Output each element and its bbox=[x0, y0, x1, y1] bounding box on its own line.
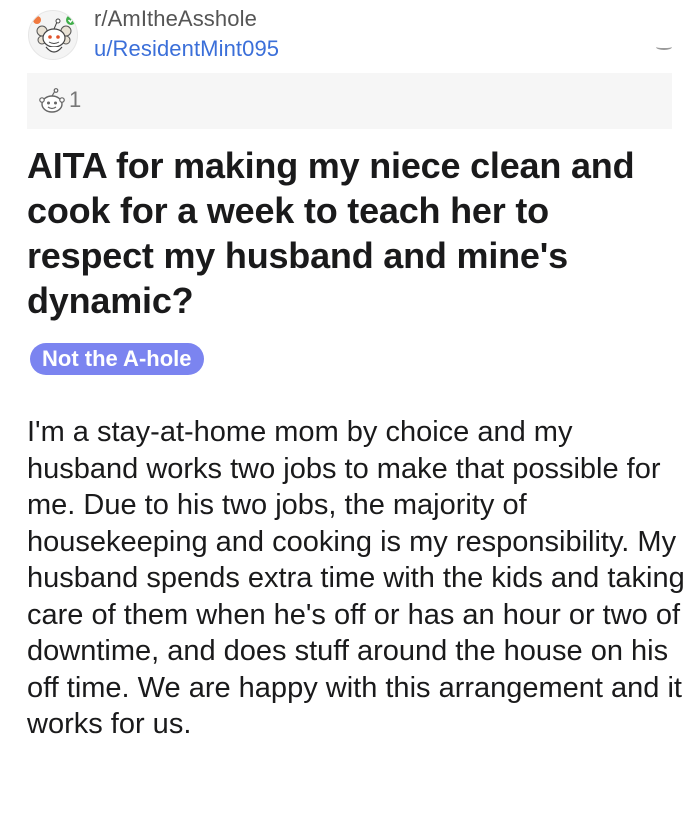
awards-bar[interactable]: 1 bbox=[27, 73, 672, 129]
post-flair[interactable]: Not the A-hole bbox=[30, 343, 204, 375]
post-title[interactable]: AITA for making my niece clean and cook … bbox=[27, 143, 677, 323]
subreddit-name[interactable]: r/AmItheAsshole bbox=[94, 6, 257, 32]
award-count: 1 bbox=[69, 87, 82, 112]
author-link[interactable]: u/ResidentMint095 bbox=[94, 36, 279, 62]
post-body: I'm a stay-at-home mom by choice and my … bbox=[27, 416, 685, 740]
post-header: r/AmItheAsshole u/ResidentMint095 bbox=[28, 4, 678, 66]
snoo-judge-icon bbox=[33, 15, 76, 53]
collapse-indicator bbox=[656, 44, 672, 50]
subreddit-avatar[interactable] bbox=[28, 10, 78, 60]
award-snoo-icon bbox=[39, 88, 65, 113]
